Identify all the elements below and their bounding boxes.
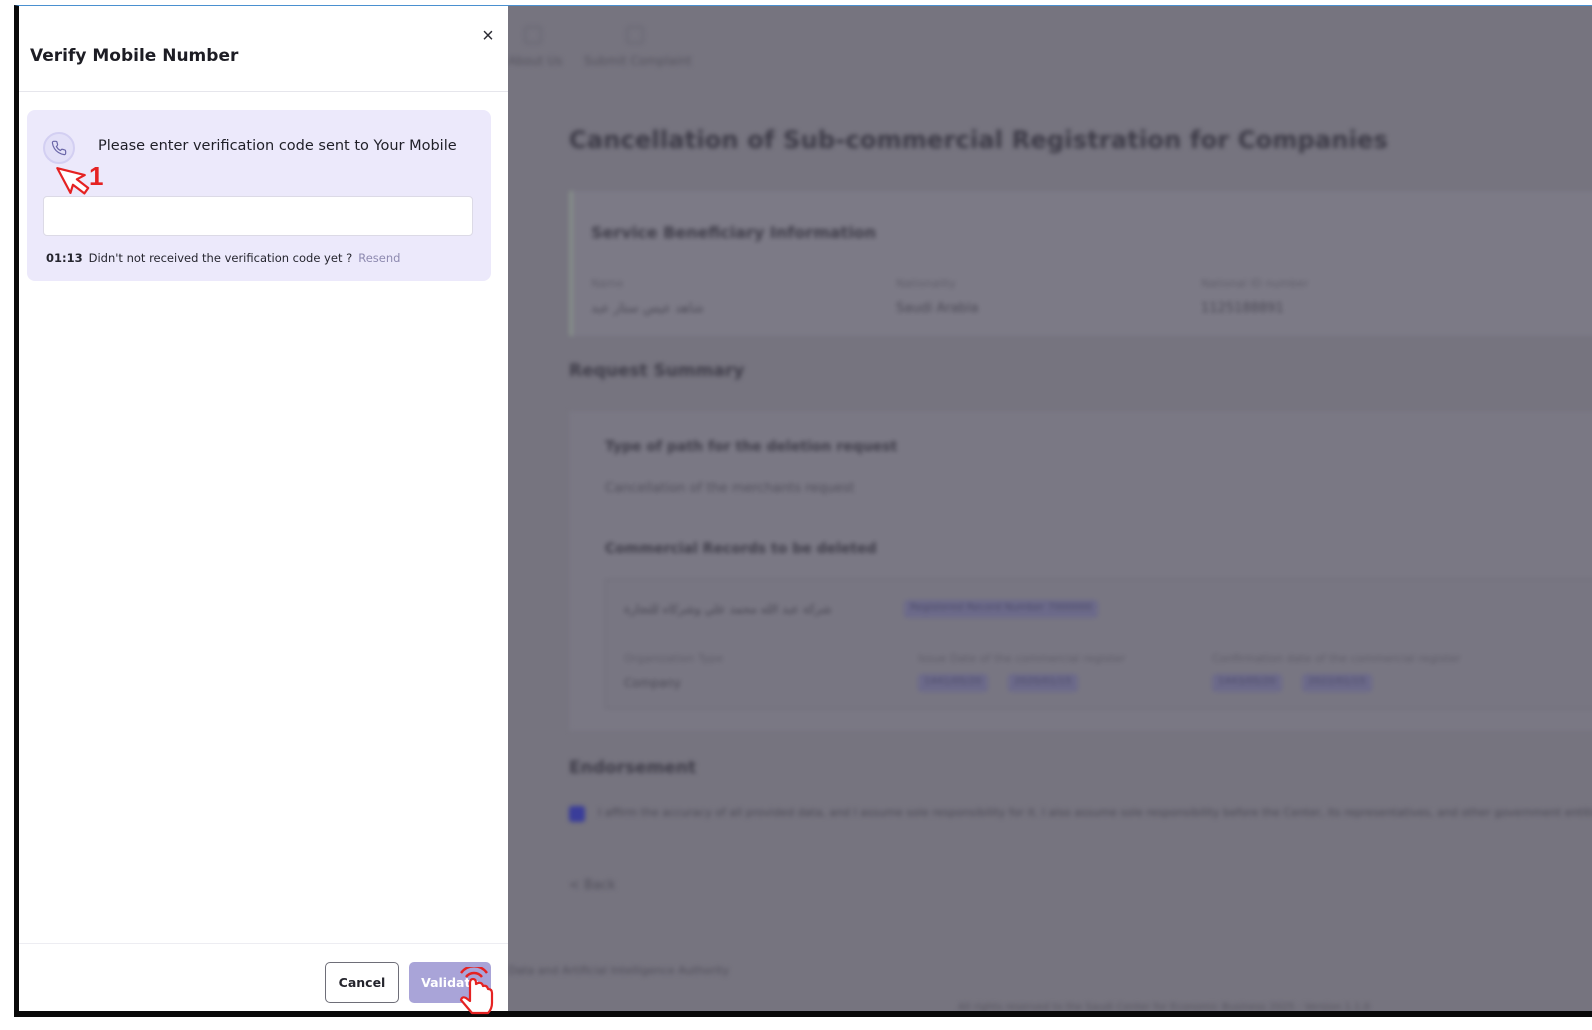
field-label: Nationality	[896, 277, 956, 290]
not-received-text: Didn't not received the verification cod…	[88, 251, 353, 265]
date-chip: 2020/01/15	[1008, 674, 1078, 692]
record-name: شركة عبد الله محمد علي وشركاه للتجارة	[624, 602, 832, 616]
background-page: About Us Submit Complaint Cancellation o…	[508, 6, 1592, 1011]
date-chip: 2022/01/15	[1302, 674, 1372, 692]
request-summary-panel: Type of path for the deletion request Ca…	[569, 411, 1592, 731]
summary-item-title[interactable]: Type of path for the deletion request	[605, 439, 897, 455]
modal-footer: Cancel Validate	[19, 943, 508, 1011]
field-value: شاهد عيس ستار عبد	[591, 301, 704, 316]
verification-code-input[interactable]	[43, 196, 473, 236]
cancel-button[interactable]: Cancel	[325, 962, 399, 1003]
countdown-timer: 01:13	[46, 251, 83, 265]
screenshot-frame: About Us Submit Complaint Cancellation o…	[14, 5, 1592, 1017]
resend-row: 01:13 Didn't not received the verificatio…	[46, 251, 400, 265]
record-number-chip: Registered Record Number 7000000	[904, 600, 1099, 618]
page-title: Cancellation of Sub-commercial Registrat…	[569, 126, 1389, 154]
close-button[interactable]: ×	[477, 24, 499, 48]
verify-mobile-modal: Verify Mobile Number × Please enter veri…	[19, 6, 508, 1011]
modal-title: Verify Mobile Number	[30, 46, 239, 66]
record-field-label: Organization Type	[624, 652, 724, 665]
footer-authority: Data and Artificial Intelligence Authori…	[508, 964, 730, 977]
resend-link[interactable]: Resend	[358, 251, 400, 265]
request-summary-title: Request Summary	[569, 361, 745, 381]
modal-header: Verify Mobile Number ×	[19, 6, 508, 92]
record-field-value: Company	[624, 676, 682, 690]
endorsement-checkbox[interactable]	[569, 806, 585, 822]
field-value: 1125188891	[1201, 301, 1284, 316]
beneficiary-card: Service Beneficiary Information Name شاه…	[569, 191, 1592, 336]
field-value: Saudi Arabia	[896, 301, 979, 316]
date-chip: 1441/05/20	[918, 674, 988, 692]
summary-item-title[interactable]: Commercial Records to be deleted	[605, 541, 877, 557]
endorsement-text: I affirm the accuracy of all provided da…	[598, 806, 1592, 819]
footer-copyright: All rights reserved to the Saudi Center …	[958, 1002, 1370, 1011]
endorsement-title: Endorsement	[569, 758, 697, 778]
step-number-label: 1	[89, 161, 104, 191]
date-chip: 1443/05/20	[1212, 674, 1282, 692]
record-field-label: Issue Date of the commercial register	[918, 652, 1126, 665]
hand-pointer-icon	[459, 967, 494, 1015]
field-label: National ID number	[1201, 277, 1309, 290]
beneficiary-title: Service Beneficiary Information	[591, 223, 877, 242]
complaint-icon	[626, 26, 644, 44]
verification-card: Please enter verification code sent to Y…	[27, 110, 491, 281]
cursor-arrow-icon	[56, 167, 90, 195]
verification-message: Please enter verification code sent to Y…	[98, 138, 457, 154]
nav-about-us[interactable]: About Us	[508, 54, 562, 68]
record-box: شركة عبد الله محمد علي وشركاه للتجارة Re…	[605, 579, 1592, 709]
back-link[interactable]: < Back	[569, 878, 616, 893]
nav-submit-complaint[interactable]: Submit Complaint	[584, 54, 692, 68]
background-content: About Us Submit Complaint Cancellation o…	[508, 6, 1592, 1011]
record-field-label: Confirmation date of the commercial regi…	[1212, 652, 1461, 665]
field-label: Name	[591, 277, 624, 290]
summary-item-value: Cancellation of the merchants request	[605, 481, 855, 496]
about-us-icon	[524, 26, 542, 44]
